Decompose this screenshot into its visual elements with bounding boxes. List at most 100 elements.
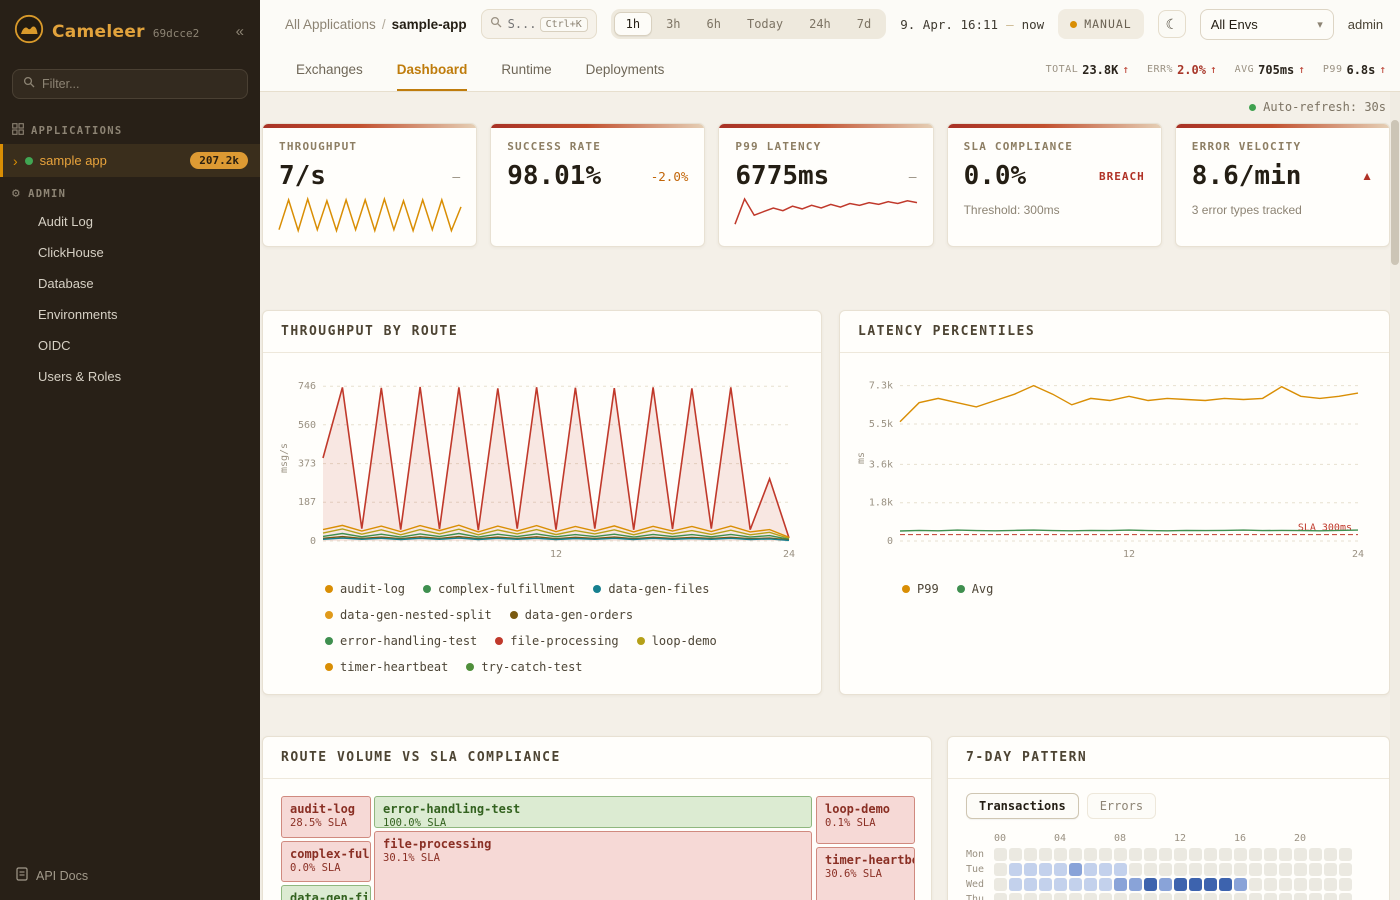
- heatmap-cell[interactable]: [1114, 878, 1127, 891]
- global-search[interactable]: Ctrl+K: [481, 9, 597, 39]
- heatmap-cell[interactable]: [1219, 878, 1232, 891]
- heatmap-cell[interactable]: [1099, 893, 1112, 900]
- time-range-today[interactable]: Today: [735, 12, 795, 36]
- heatmap-cell[interactable]: [1159, 893, 1172, 900]
- heatmap-cell[interactable]: [1294, 863, 1307, 876]
- heatmap-cell[interactable]: [1114, 848, 1127, 861]
- toggle-transactions[interactable]: Transactions: [966, 793, 1079, 819]
- heatmap-cell[interactable]: [1009, 848, 1022, 861]
- tab-exchanges[interactable]: Exchanges: [296, 48, 363, 91]
- sidebar-filter-input[interactable]: [42, 77, 237, 91]
- dark-mode-toggle[interactable]: ☾: [1158, 10, 1186, 38]
- heatmap-cell[interactable]: [1234, 878, 1247, 891]
- heatmap-cell[interactable]: [1099, 863, 1112, 876]
- heatmap-cell[interactable]: [994, 863, 1007, 876]
- heatmap-cell[interactable]: [1339, 878, 1352, 891]
- heatmap-cell[interactable]: [1084, 863, 1097, 876]
- sidebar-item-sample-app[interactable]: › sample app 207.2k: [0, 144, 260, 177]
- heatmap-cell[interactable]: [1024, 893, 1037, 900]
- heatmap-cell[interactable]: [1294, 893, 1307, 900]
- env-select[interactable]: All Envs ▾: [1200, 9, 1334, 40]
- heatmap-cell[interactable]: [1204, 893, 1217, 900]
- tab-deployments[interactable]: Deployments: [586, 48, 665, 91]
- heatmap-cell[interactable]: [1129, 878, 1142, 891]
- heatmap-cell[interactable]: [1084, 893, 1097, 900]
- heatmap-cell[interactable]: [1234, 893, 1247, 900]
- heatmap-cell[interactable]: [1219, 863, 1232, 876]
- heatmap-cell[interactable]: [1249, 893, 1262, 900]
- heatmap-cell[interactable]: [1099, 848, 1112, 861]
- manual-refresh-button[interactable]: MANUAL: [1058, 9, 1144, 39]
- heatmap-cell[interactable]: [1174, 893, 1187, 900]
- heatmap-cell[interactable]: [1069, 893, 1082, 900]
- heatmap-cell[interactable]: [1159, 878, 1172, 891]
- heatmap-cell[interactable]: [1174, 863, 1187, 876]
- heatmap-cell[interactable]: [1129, 863, 1142, 876]
- heatmap-cell[interactable]: [1339, 893, 1352, 900]
- heatmap-cell[interactable]: [1069, 848, 1082, 861]
- heatmap-cell[interactable]: [1294, 878, 1307, 891]
- sidebar-collapse-button[interactable]: «: [232, 23, 248, 40]
- heatmap-cell[interactable]: [1249, 848, 1262, 861]
- sidebar-item-clickhouse[interactable]: ClickHouse: [0, 237, 260, 268]
- date-range[interactable]: 9. Apr. 16:11 — now: [900, 17, 1044, 32]
- treemap-cell-loop-demo[interactable]: loop-demo0.1% SLA: [816, 796, 915, 844]
- time-range-7d[interactable]: 7d: [845, 12, 883, 36]
- heatmap-cell[interactable]: [1039, 848, 1052, 861]
- api-docs-link[interactable]: API Docs: [0, 853, 260, 900]
- heatmap-cell[interactable]: [1054, 848, 1067, 861]
- treemap-cell-timer-heartbeat[interactable]: timer-heartbeat30.6% SLA: [816, 847, 915, 900]
- sidebar-item-environments[interactable]: Environments: [0, 299, 260, 330]
- search-input[interactable]: [508, 17, 534, 31]
- sidebar-item-database[interactable]: Database: [0, 268, 260, 299]
- heatmap-cell[interactable]: [1204, 878, 1217, 891]
- scrollbar-thumb[interactable]: [1391, 120, 1399, 265]
- heatmap-cell[interactable]: [1324, 893, 1337, 900]
- heatmap-cell[interactable]: [1309, 878, 1322, 891]
- heatmap-cell[interactable]: [1069, 863, 1082, 876]
- heatmap-cell[interactable]: [1009, 863, 1022, 876]
- heatmap-cell[interactable]: [1309, 863, 1322, 876]
- treemap-cell-data-gen-files[interactable]: data-gen-files100.0% SLA: [281, 885, 371, 900]
- heatmap-cell[interactable]: [1069, 878, 1082, 891]
- heatmap-cell[interactable]: [1039, 863, 1052, 876]
- heatmap-cell[interactable]: [1039, 878, 1052, 891]
- heatmap-cell[interactable]: [994, 848, 1007, 861]
- heatmap-cell[interactable]: [1114, 893, 1127, 900]
- heatmap-cell[interactable]: [1024, 863, 1037, 876]
- heatmap-cell[interactable]: [1204, 863, 1217, 876]
- heatmap-cell[interactable]: [1219, 893, 1232, 900]
- heatmap-cell[interactable]: [1174, 878, 1187, 891]
- heatmap-cell[interactable]: [1264, 893, 1277, 900]
- heatmap-cell[interactable]: [1024, 878, 1037, 891]
- heatmap-cell[interactable]: [1084, 848, 1097, 861]
- heatmap-cell[interactable]: [1324, 878, 1337, 891]
- heatmap-cell[interactable]: [1294, 848, 1307, 861]
- time-range-3h[interactable]: 3h: [654, 12, 692, 36]
- heatmap-cell[interactable]: [1309, 848, 1322, 861]
- heatmap-cell[interactable]: [1189, 848, 1202, 861]
- tab-runtime[interactable]: Runtime: [501, 48, 551, 91]
- heatmap-cell[interactable]: [1159, 863, 1172, 876]
- heatmap-cell[interactable]: [1324, 863, 1337, 876]
- heatmap-cell[interactable]: [1174, 848, 1187, 861]
- toggle-errors[interactable]: Errors: [1087, 793, 1156, 819]
- time-range-1h[interactable]: 1h: [614, 12, 652, 36]
- heatmap-cell[interactable]: [1189, 878, 1202, 891]
- page-scrollbar[interactable]: [1390, 92, 1400, 900]
- heatmap-cell[interactable]: [1054, 863, 1067, 876]
- heatmap-cell[interactable]: [1279, 878, 1292, 891]
- heatmap-cell[interactable]: [1009, 893, 1022, 900]
- heatmap-cell[interactable]: [1309, 893, 1322, 900]
- heatmap-cell[interactable]: [1279, 848, 1292, 861]
- heatmap-cell[interactable]: [1054, 878, 1067, 891]
- treemap-cell-file-processing[interactable]: file-processing30.1% SLA: [374, 831, 812, 900]
- heatmap-cell[interactable]: [1189, 893, 1202, 900]
- heatmap-cell[interactable]: [1264, 848, 1277, 861]
- time-range-6h[interactable]: 6h: [695, 12, 733, 36]
- heatmap-cell[interactable]: [1219, 848, 1232, 861]
- heatmap-cell[interactable]: [1129, 893, 1142, 900]
- treemap-cell-error-handling-test[interactable]: error-handling-test100.0% SLA: [374, 796, 812, 828]
- heatmap-cell[interactable]: [1264, 878, 1277, 891]
- breadcrumb-root[interactable]: All Applications: [285, 17, 376, 32]
